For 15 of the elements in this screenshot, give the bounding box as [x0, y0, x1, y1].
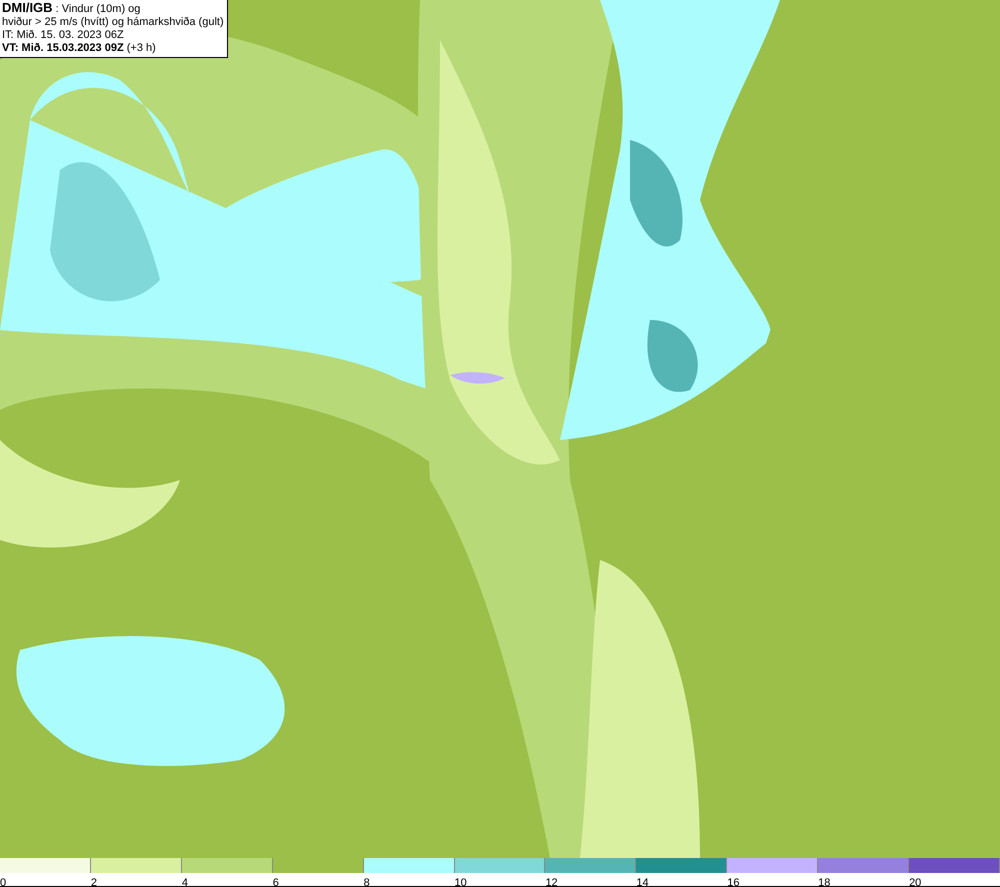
legend-label: 2: [90, 877, 98, 887]
legend-label: 4: [182, 877, 188, 887]
info-text: IT: Mið. 15. 03. 2023 06Z: [2, 29, 125, 42]
legend-label: 10: [454, 877, 467, 887]
legend-label: 8: [364, 877, 370, 887]
legend-label: 12: [545, 877, 558, 887]
legend-label: 6: [272, 877, 279, 887]
info-text: DMI/IGB : Vindur (10m) og: [2, 1, 142, 16]
info-text: hviður > 25 m/s (hvítt) og hámarkshviða (gult): [2, 16, 224, 29]
legend-label: 14: [636, 877, 649, 887]
legend-label: 16: [727, 877, 740, 887]
legend-label: 0: [0, 877, 6, 887]
legend-label: 18: [818, 877, 830, 887]
legend-label: 20: [909, 877, 922, 887]
info-text: VT: Mið. 15.03.2023 09Z (+3 h): [2, 42, 157, 55]
